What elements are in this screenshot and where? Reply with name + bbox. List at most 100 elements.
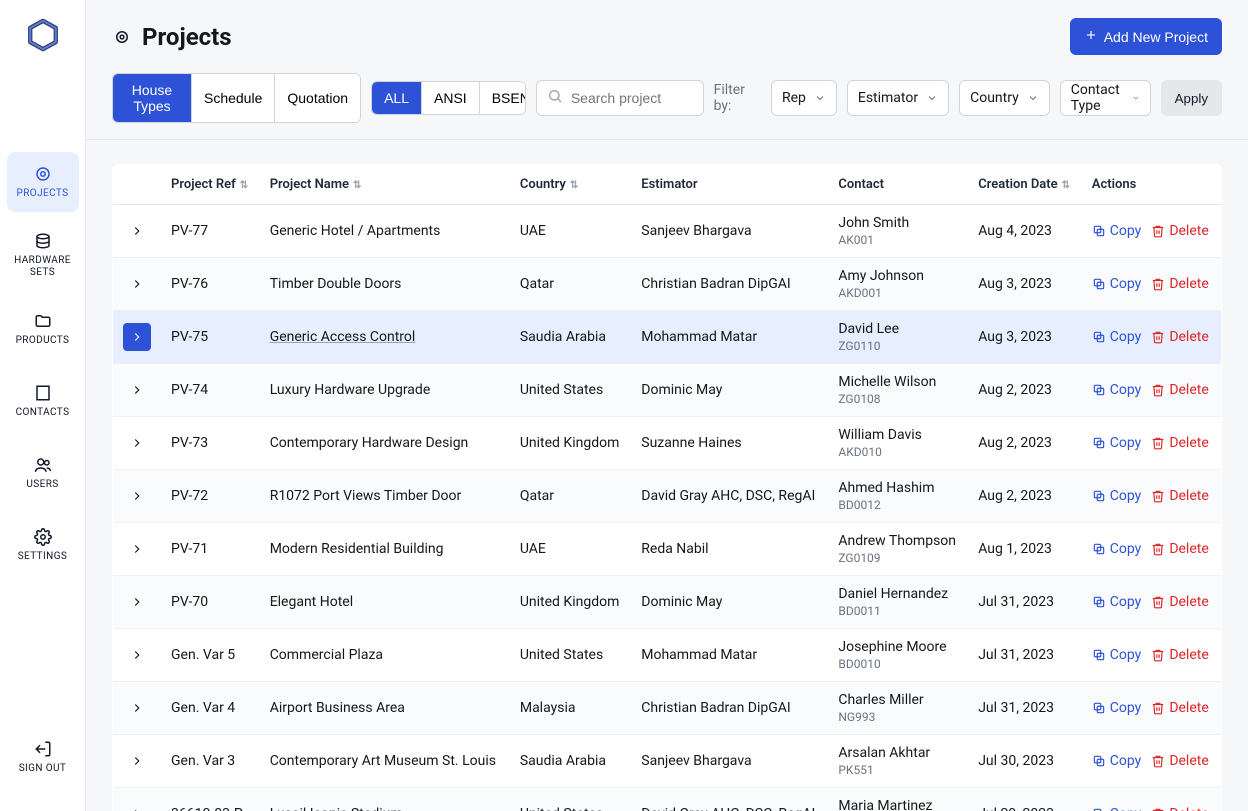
- table-row[interactable]: 36610-03-PLusail Iconic StadiumUnited St…: [113, 788, 1222, 811]
- cell-contact: Amy JohnsonAKD001: [828, 258, 968, 311]
- copy-button[interactable]: Copy: [1092, 647, 1142, 663]
- cell-project-name[interactable]: Lusail Iconic Stadium: [260, 788, 510, 811]
- sidebar-item-hardware-sets[interactable]: HARDWARE SETS: [7, 224, 79, 287]
- cell-project-name[interactable]: R1072 Port Views Timber Door: [260, 470, 510, 523]
- expand-row-button[interactable]: [123, 217, 151, 245]
- cell-project-name[interactable]: Timber Double Doors: [260, 258, 510, 311]
- filter-contact-type[interactable]: Contact Type: [1060, 80, 1151, 116]
- delete-button[interactable]: Delete: [1151, 435, 1208, 451]
- standard-tab-bsen[interactable]: BSEN: [480, 82, 526, 114]
- cell-project-ref: PV-74: [161, 364, 260, 417]
- delete-button[interactable]: Delete: [1151, 382, 1208, 398]
- table-row[interactable]: PV-75Generic Access ControlSaudia Arabia…: [113, 311, 1222, 364]
- col-creation-date[interactable]: Creation Date⇅: [968, 165, 1082, 205]
- delete-button[interactable]: Delete: [1151, 276, 1208, 292]
- cell-contact: Daniel HernandezBD0011: [828, 576, 968, 629]
- table-row[interactable]: PV-77Generic Hotel / ApartmentsUAESanjee…: [113, 205, 1222, 258]
- expand-row-button[interactable]: [123, 535, 151, 563]
- chevron-down-icon: [1027, 92, 1039, 104]
- copy-icon: [1092, 701, 1106, 715]
- copy-button[interactable]: Copy: [1092, 223, 1142, 239]
- copy-button[interactable]: Copy: [1092, 382, 1142, 398]
- cell-project-name[interactable]: Contemporary Hardware Design: [260, 417, 510, 470]
- sidebar-item-users[interactable]: USERS: [7, 443, 79, 503]
- add-new-project-button[interactable]: Add New Project: [1070, 18, 1222, 55]
- expand-row-button[interactable]: [123, 429, 151, 457]
- copy-button[interactable]: Copy: [1092, 700, 1142, 716]
- apply-button[interactable]: Apply: [1161, 80, 1222, 116]
- expand-row-button[interactable]: [123, 588, 151, 616]
- sidebar-item-label: SETTINGS: [18, 551, 68, 563]
- cell-country: Saudia Arabia: [510, 311, 631, 364]
- expand-row-button[interactable]: [123, 270, 151, 298]
- copy-button[interactable]: Copy: [1092, 806, 1142, 811]
- cell-project-name[interactable]: Elegant Hotel: [260, 576, 510, 629]
- expand-row-button[interactable]: [123, 482, 151, 510]
- tab-house-types[interactable]: House Types: [113, 74, 192, 122]
- delete-button[interactable]: Delete: [1151, 488, 1208, 504]
- delete-button[interactable]: Delete: [1151, 806, 1208, 811]
- col-project-ref[interactable]: Project Ref⇅: [161, 165, 260, 205]
- expand-row-button[interactable]: [123, 323, 151, 351]
- cell-creation-date: Jul 30, 2023: [968, 735, 1082, 788]
- sidebar-item-settings[interactable]: SETTINGS: [7, 515, 79, 575]
- delete-button[interactable]: Delete: [1151, 541, 1208, 557]
- delete-button[interactable]: Delete: [1151, 329, 1208, 345]
- copy-button[interactable]: Copy: [1092, 594, 1142, 610]
- expand-row-button[interactable]: [123, 747, 151, 775]
- table-row[interactable]: Gen. Var 3Contemporary Art Museum St. Lo…: [113, 735, 1222, 788]
- tab-schedule[interactable]: Schedule: [192, 74, 275, 122]
- copy-button[interactable]: Copy: [1092, 329, 1142, 345]
- table-row[interactable]: PV-70Elegant HotelUnited KingdomDominic …: [113, 576, 1222, 629]
- copy-button[interactable]: Copy: [1092, 435, 1142, 451]
- cell-project-name[interactable]: Luxury Hardware Upgrade: [260, 364, 510, 417]
- filter-estimator[interactable]: Estimator: [847, 80, 949, 116]
- col-country[interactable]: Country⇅: [510, 165, 631, 205]
- table-scroll[interactable]: Project Ref⇅Project Name⇅Country⇅Estimat…: [86, 140, 1248, 811]
- delete-button[interactable]: Delete: [1151, 594, 1208, 610]
- search-input[interactable]: [571, 90, 693, 106]
- table-row[interactable]: PV-71Modern Residential BuildingUAEReda …: [113, 523, 1222, 576]
- cell-project-name[interactable]: Modern Residential Building: [260, 523, 510, 576]
- standard-tab-ansi[interactable]: ANSI: [422, 82, 480, 114]
- delete-button[interactable]: Delete: [1151, 647, 1208, 663]
- copy-button[interactable]: Copy: [1092, 488, 1142, 504]
- table-row[interactable]: PV-74Luxury Hardware UpgradeUnited State…: [113, 364, 1222, 417]
- table-row[interactable]: PV-76Timber Double DoorsQatarChristian B…: [113, 258, 1222, 311]
- standard-tab-all[interactable]: ALL: [372, 82, 422, 114]
- table-row[interactable]: Gen. Var 5Commercial PlazaUnited StatesM…: [113, 629, 1222, 682]
- cell-project-name[interactable]: Commercial Plaza: [260, 629, 510, 682]
- table-row[interactable]: Gen. Var 4Airport Business AreaMalaysiaC…: [113, 682, 1222, 735]
- table-row[interactable]: PV-72R1072 Port Views Timber DoorQatarDa…: [113, 470, 1222, 523]
- chevron-down-icon: [1132, 92, 1140, 104]
- cell-project-name[interactable]: Contemporary Art Museum St. Louis: [260, 735, 510, 788]
- filter-country[interactable]: Country: [959, 80, 1050, 116]
- filter-label: Estimator: [858, 90, 918, 106]
- copy-button[interactable]: Copy: [1092, 753, 1142, 769]
- filter-rep[interactable]: Rep: [771, 80, 837, 116]
- expand-row-button[interactable]: [123, 641, 151, 669]
- cell-project-name[interactable]: Airport Business Area: [260, 682, 510, 735]
- delete-button[interactable]: Delete: [1151, 700, 1208, 716]
- table-row[interactable]: PV-73Contemporary Hardware DesignUnited …: [113, 417, 1222, 470]
- cell-project-name[interactable]: Generic Access Control: [260, 311, 510, 364]
- sign-out-button[interactable]: SIGN OUT: [7, 727, 79, 787]
- col-project-name[interactable]: Project Name⇅: [260, 165, 510, 205]
- delete-button[interactable]: Delete: [1151, 223, 1208, 239]
- sidebar-item-label: USERS: [26, 479, 58, 491]
- expand-row-button[interactable]: [123, 376, 151, 404]
- copy-button[interactable]: Copy: [1092, 541, 1142, 557]
- chevron-right-icon: [130, 701, 144, 715]
- sidebar-item-products[interactable]: PRODUCTS: [7, 299, 79, 359]
- cell-estimator: Christian Badran DipGAI: [631, 258, 828, 311]
- expand-row-button[interactable]: [123, 800, 151, 811]
- sidebar-item-contacts[interactable]: CONTACTS: [7, 371, 79, 431]
- copy-button[interactable]: Copy: [1092, 276, 1142, 292]
- sidebar-item-projects[interactable]: PROJECTS: [7, 152, 79, 212]
- delete-button[interactable]: Delete: [1151, 753, 1208, 769]
- cell-creation-date: Aug 3, 2023: [968, 311, 1082, 364]
- cell-project-name[interactable]: Generic Hotel / Apartments: [260, 205, 510, 258]
- expand-row-button[interactable]: [123, 694, 151, 722]
- copy-icon: [1092, 224, 1106, 238]
- tab-quotation[interactable]: Quotation: [275, 74, 360, 122]
